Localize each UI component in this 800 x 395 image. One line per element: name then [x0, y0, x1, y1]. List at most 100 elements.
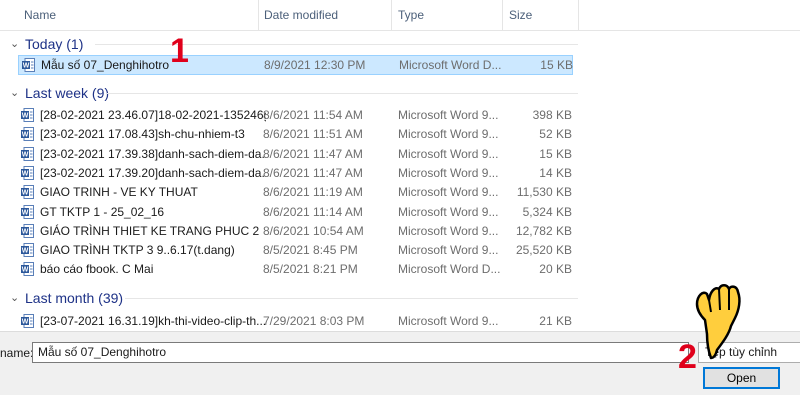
- file-name: GIAO TRÌNH TKTP 3 9..6.17(t.dang): [40, 243, 235, 257]
- column-divider[interactable]: [391, 0, 392, 30]
- svg-text:W: W: [22, 229, 29, 236]
- file-date: 8/6/2021 11:51 AM: [263, 127, 363, 141]
- file-date: 8/6/2021 11:47 AM: [263, 147, 363, 161]
- column-divider[interactable]: [502, 0, 503, 30]
- file-name: [23-02-2021 17.39.20]danh-sach-diem-da..…: [40, 166, 266, 180]
- file-name: GT TKTP 1 - 25_02_16: [40, 205, 165, 219]
- file-name: GIÁO TRÌNH THIET KE TRANG PHUC 2: [40, 224, 260, 238]
- word-document-icon: W: [21, 314, 34, 328]
- file-type: Microsoft Word 9...: [398, 224, 499, 238]
- word-document-icon: W: [21, 205, 34, 219]
- file-type: Microsoft Word 9...: [398, 205, 499, 219]
- file-size: 398 KB: [532, 108, 572, 122]
- chevron-down-icon[interactable]: ⌄: [10, 82, 22, 104]
- file-date: 8/5/2021 8:21 PM: [263, 262, 358, 276]
- file-size: 5,324 KB: [522, 205, 572, 219]
- file-size: 21 KB: [539, 314, 572, 328]
- column-size-header[interactable]: Size: [509, 0, 532, 30]
- column-divider[interactable]: [578, 0, 579, 30]
- file-type: Microsoft Word 9...: [398, 108, 499, 122]
- group-divider: [125, 298, 578, 299]
- svg-text:W: W: [22, 113, 29, 120]
- svg-text:W: W: [22, 190, 29, 197]
- file-name: [23-07-2021 16.31.19]kh-thi-video-clip-t…: [40, 314, 266, 328]
- file-name: Mẫu số 07_Denghihotro: [41, 58, 170, 72]
- file-type: Microsoft Word 9...: [398, 314, 499, 328]
- file-date: 8/6/2021 11:14 AM: [263, 205, 363, 219]
- file-type: Microsoft Word D...: [398, 262, 501, 276]
- file-row[interactable]: W GIAO TRINH - VE KY THUAT 8/6/2021 11:19 …: [18, 182, 573, 202]
- filename-input[interactable]: Mẫu số 07_Denghihotro: [32, 342, 689, 363]
- column-divider[interactable]: [258, 0, 259, 30]
- file-name: [23-02-2021 17.08.43]sh-chu-nhiem-t3: [40, 127, 245, 141]
- file-type: Microsoft Word D...: [399, 58, 502, 72]
- file-date: 8/6/2021 10:54 AM: [263, 224, 364, 238]
- file-row[interactable]: W GIAO TRÌNH TKTP 3 9..6.17(t.dang) 8/5/20…: [18, 240, 573, 260]
- word-document-icon: W: [21, 185, 34, 199]
- file-size: 15 KB: [540, 58, 573, 72]
- file-size: 52 KB: [539, 127, 572, 141]
- file-row[interactable]: W [23-02-2021 17.39.20]danh-sach-diem-da.…: [18, 163, 573, 183]
- word-document-icon: W: [21, 166, 34, 180]
- group-label: Last month (39): [25, 290, 124, 306]
- file-type: Microsoft Word 9...: [398, 127, 499, 141]
- group-divider: [107, 93, 578, 94]
- svg-text:W: W: [22, 248, 29, 255]
- svg-text:W: W: [22, 210, 29, 217]
- file-type: Microsoft Word 9...: [398, 147, 499, 161]
- word-document-icon: W: [21, 262, 34, 276]
- svg-text:W: W: [23, 63, 30, 70]
- file-size: 20 KB: [539, 262, 572, 276]
- file-row[interactable]: W GT TKTP 1 - 25_02_16 8/6/2021 11:14 AM Mi…: [18, 202, 573, 222]
- filename-label: name:: [0, 346, 34, 360]
- file-date: 8/6/2021 11:19 AM: [263, 185, 363, 199]
- file-size: 25,520 KB: [515, 243, 572, 257]
- file-size: 14 KB: [539, 166, 572, 180]
- file-date: 8/9/2021 12:30 PM: [264, 58, 366, 72]
- column-type-header[interactable]: Type: [398, 0, 424, 30]
- column-name-header[interactable]: Name: [24, 0, 56, 30]
- file-date: 8/6/2021 11:47 AM: [263, 166, 363, 180]
- svg-text:W: W: [22, 132, 29, 139]
- chevron-down-icon[interactable]: ⌄: [10, 287, 22, 309]
- group-label: Today (1): [25, 36, 84, 52]
- word-document-icon: W: [21, 224, 34, 238]
- open-button[interactable]: Open: [703, 367, 780, 389]
- file-name: [28-02-2021 23.46.07]18-02-2021-135246g.…: [40, 108, 266, 122]
- column-header: Name Date modified Type Size: [0, 0, 800, 31]
- chevron-down-icon[interactable]: ⌄: [10, 33, 22, 55]
- file-row[interactable]: W [23-07-2021 16.31.19]kh-thi-video-clip-…: [18, 311, 573, 331]
- pointing-hand-icon: [695, 284, 741, 360]
- file-name: GIAO TRINH - VE KY THUAT: [40, 185, 198, 199]
- column-date-header[interactable]: Date modified: [264, 0, 338, 30]
- word-document-icon: W: [21, 243, 34, 257]
- file-date: 8/6/2021 11:54 AM: [263, 108, 363, 122]
- svg-text:W: W: [22, 319, 29, 326]
- file-row[interactable]: W [28-02-2021 23.46.07]18-02-2021-135246g…: [18, 105, 573, 125]
- file-row[interactable]: W [23-02-2021 17.39.38]danh-sach-diem-da.…: [18, 144, 573, 164]
- word-document-icon: W: [21, 147, 34, 161]
- file-row[interactable]: W Mẫu số 07_Denghihotro 8/9/2021 12:30 PM M…: [18, 55, 573, 75]
- file-row[interactable]: W [23-02-2021 17.08.43]sh-chu-nhiem-t3 8/6…: [18, 124, 573, 144]
- group-divider: [95, 44, 578, 45]
- file-name: [23-02-2021 17.39.38]danh-sach-diem-da..…: [40, 147, 266, 161]
- file-type: Microsoft Word 9...: [398, 243, 499, 257]
- svg-text:W: W: [22, 152, 29, 159]
- file-size: 11,530 KB: [516, 185, 572, 199]
- file-size: 15 KB: [539, 147, 572, 161]
- word-document-icon: W: [21, 108, 34, 122]
- word-document-icon: W: [21, 127, 34, 141]
- word-document-icon: W: [22, 58, 35, 72]
- file-date: 7/29/2021 8:03 PM: [263, 314, 365, 328]
- file-size: 12,782 KB: [515, 224, 572, 238]
- file-type: Microsoft Word 9...: [398, 185, 499, 199]
- file-type: Microsoft Word 9...: [398, 166, 499, 180]
- file-row[interactable]: W GIÁO TRÌNH THIET KE TRANG PHUC 2 8/6/202…: [18, 221, 573, 241]
- file-row[interactable]: Wbáo cáo fbook. C Mai 8/5/2021 8:21 PM Mic…: [18, 259, 573, 279]
- group-label: Last week (9): [25, 85, 110, 101]
- svg-text:W: W: [22, 267, 29, 274]
- file-date: 8/5/2021 8:45 PM: [263, 243, 358, 257]
- svg-text:W: W: [22, 171, 29, 178]
- file-name: báo cáo fbook. C Mai: [40, 262, 154, 276]
- step-1-annotation: 1: [170, 32, 189, 70]
